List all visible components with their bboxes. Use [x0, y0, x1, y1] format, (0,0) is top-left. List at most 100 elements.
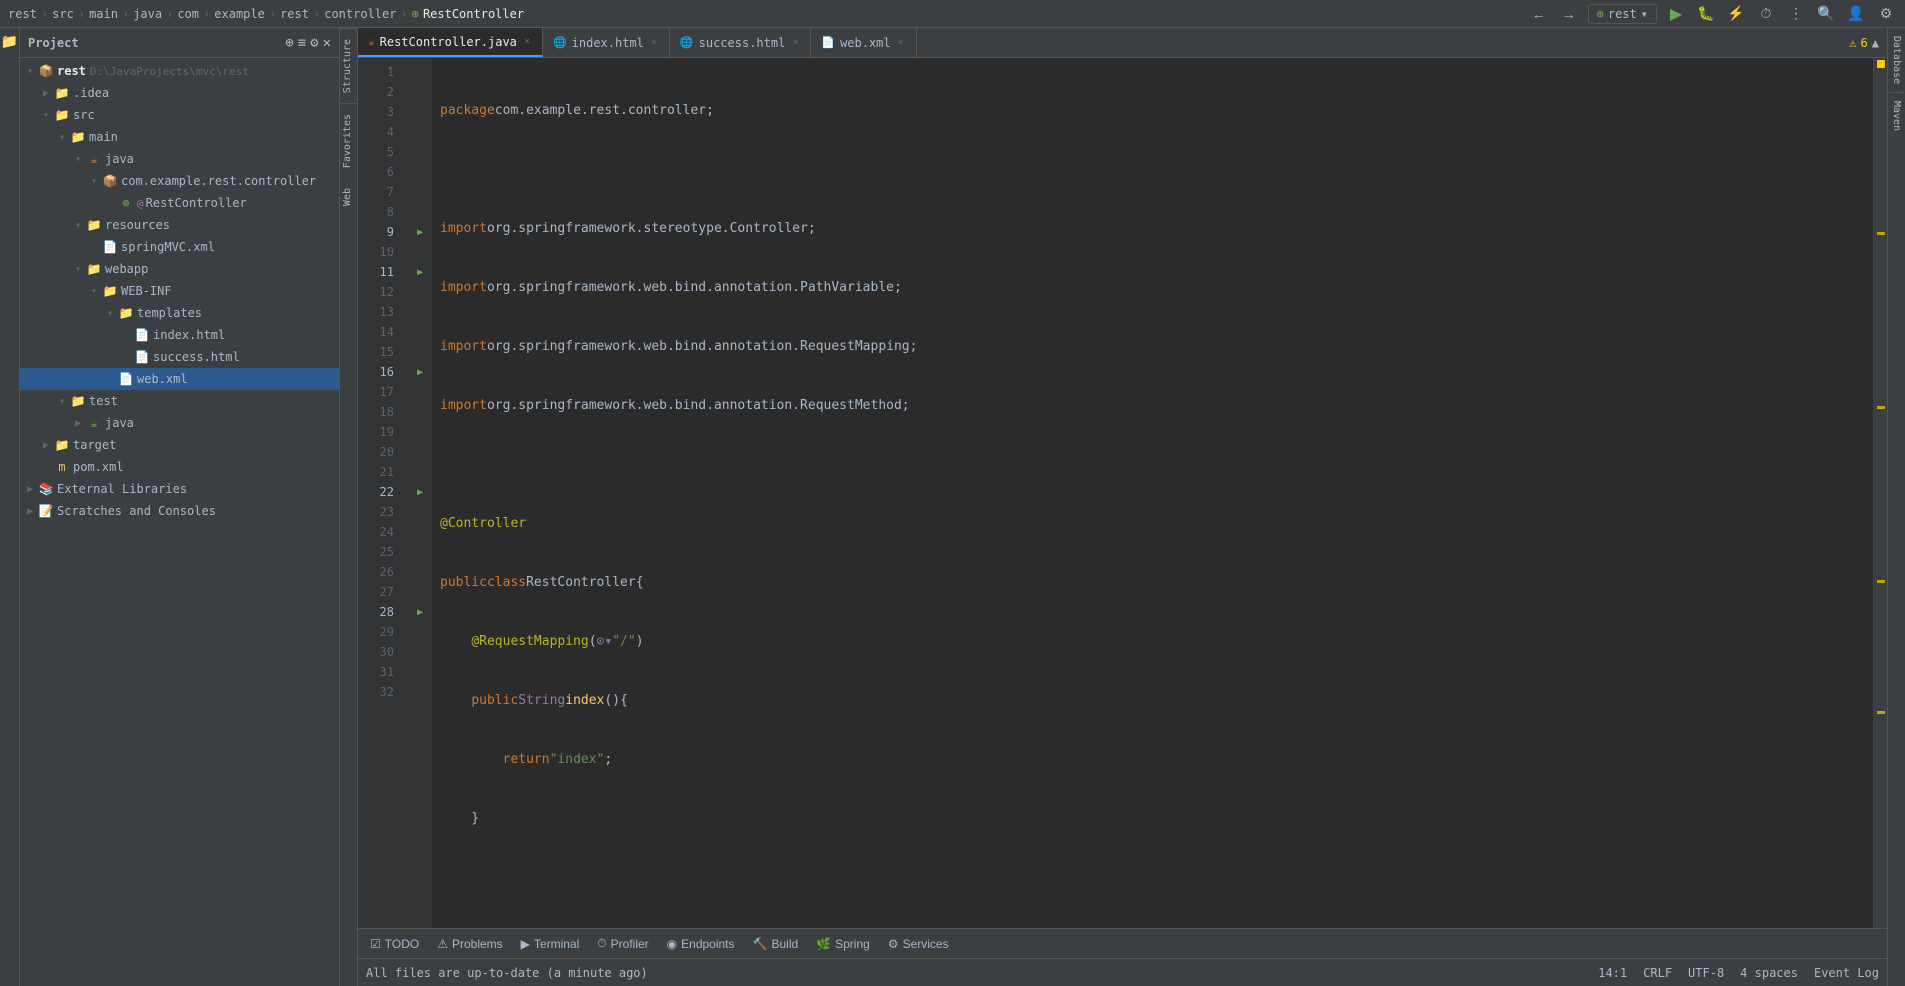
tab-success-html[interactable]: 🌐 success.html ✕	[670, 28, 811, 57]
endpoints-button[interactable]: ◉ Endpoints	[659, 934, 743, 954]
project-folder-icon: 📦	[38, 63, 54, 79]
database-tab[interactable]: Database	[1889, 28, 1904, 93]
warning-indicator[interactable]: ⚠	[1849, 36, 1856, 50]
gutter-11[interactable]: ▶	[408, 262, 432, 282]
line-ending[interactable]: CRLF	[1643, 966, 1672, 980]
problems-button[interactable]: ⚠ Problems	[429, 934, 510, 954]
ln-8: 8	[358, 202, 400, 222]
panel-new-button[interactable]: ⊕	[285, 35, 293, 51]
tab-close-webxml[interactable]: ✕	[896, 36, 906, 49]
tree-item-target[interactable]: ▶ 📁 target	[20, 434, 339, 456]
structure-tab[interactable]: Structure	[340, 28, 357, 103]
tree-item-rest[interactable]: ▾ 📦 rest D:\JavaProjects\mvc\rest	[20, 60, 339, 82]
endpoints-label: Endpoints	[681, 937, 734, 951]
tree-item-scratches[interactable]: ▶ 📝 Scratches and Consoles	[20, 500, 339, 522]
tree-item-test-java[interactable]: ▶ ☕ java	[20, 412, 339, 434]
services-button[interactable]: ⚙ Services	[880, 934, 957, 954]
maven-tab[interactable]: Maven	[1889, 93, 1904, 139]
spring-icon: 🌿	[816, 937, 831, 951]
coverage-button[interactable]: ⚡	[1725, 3, 1747, 25]
code-line-7	[440, 455, 1873, 475]
tab-index-html[interactable]: 🌐 index.html ✕	[543, 28, 670, 57]
cursor-position[interactable]: 14:1	[1598, 966, 1627, 980]
tree-arrow: ▾	[22, 63, 38, 79]
expand-icon[interactable]: ▲	[1872, 36, 1879, 50]
test-folder-icon: 📁	[70, 393, 86, 409]
tree-item-templates[interactable]: ▾ 📁 templates	[20, 302, 339, 324]
tree-item-restcontroller[interactable]: ⊕ @ RestController	[20, 192, 339, 214]
forward-button[interactable]: →	[1558, 3, 1580, 25]
warning-marker-4	[1877, 711, 1885, 714]
tree-item-webapp[interactable]: ▾ 📁 webapp	[20, 258, 339, 280]
toolbar-more[interactable]: ⋮	[1785, 3, 1807, 25]
gutter-28[interactable]: ▶	[408, 602, 432, 622]
panel-icon-group: ⊕ ≡ ⚙ ✕	[285, 35, 331, 51]
run-config[interactable]: ⊕ rest ▾	[1588, 4, 1657, 24]
web-tab[interactable]: Web	[340, 178, 357, 216]
gutter-16[interactable]: ▶	[408, 362, 432, 382]
tree-item-resources[interactable]: ▾ 📁 resources	[20, 214, 339, 236]
indent-info[interactable]: 4 spaces	[1740, 966, 1798, 980]
settings-button[interactable]: ⚙	[1875, 3, 1897, 25]
spring-button[interactable]: 🌿 Spring	[808, 934, 878, 954]
tree-item-src[interactable]: ▾ 📁 src	[20, 104, 339, 126]
tab-restcontroller[interactable]: ☕ RestController.java ✕	[358, 28, 543, 57]
tree-item-java[interactable]: ▾ ☕ java	[20, 148, 339, 170]
tree-item-web-xml[interactable]: 📄 web.xml	[20, 368, 339, 390]
tab-close-index[interactable]: ✕	[649, 36, 659, 49]
code-line-4: import org.springframework.web.bind.anno…	[440, 278, 1873, 298]
tree-item-pom[interactable]: m pom.xml	[20, 456, 339, 478]
build-button[interactable]: 🔨 Build	[745, 934, 807, 954]
gutter-22[interactable]: ▶	[408, 482, 432, 502]
code-editor[interactable]: package com.example.rest.controller; imp…	[432, 58, 1873, 928]
breadcrumb-controller[interactable]: controller	[324, 7, 396, 21]
gutter-9[interactable]: ▶	[408, 222, 432, 242]
todo-button[interactable]: ☑ TODO	[362, 934, 427, 954]
tree-item-idea[interactable]: ▶ 📁 .idea	[20, 82, 339, 104]
event-log[interactable]: Event Log	[1814, 966, 1879, 980]
tree-item-springmvc[interactable]: 📄 springMVC.xml	[20, 236, 339, 258]
breadcrumb-main[interactable]: main	[89, 7, 118, 21]
problems-label: Problems	[452, 937, 503, 951]
search-everywhere-button[interactable]: 🔍	[1815, 3, 1837, 25]
tab-web-xml[interactable]: 📄 web.xml ✕	[811, 28, 916, 57]
breadcrumb-java[interactable]: java	[133, 7, 162, 21]
code-line-8: @Controller	[440, 514, 1873, 534]
panel-close[interactable]: ✕	[323, 35, 331, 51]
panel-collapse-all[interactable]: ≡	[298, 35, 306, 51]
tree-item-main[interactable]: ▾ 📁 main	[20, 126, 339, 148]
debug-button[interactable]: 🐛	[1695, 3, 1717, 25]
tree-item-success-html[interactable]: 📄 success.html	[20, 346, 339, 368]
breadcrumb-class[interactable]: RestController	[423, 7, 524, 21]
project-icon[interactable]: 📁	[0, 32, 20, 52]
terminal-button[interactable]: ▶ Terminal	[513, 934, 588, 954]
breadcrumb-rest[interactable]: rest	[8, 7, 37, 21]
profile-button[interactable]: ⏱	[1755, 3, 1777, 25]
tree-item-test[interactable]: ▾ 📁 test	[20, 390, 339, 412]
back-button[interactable]: ←	[1528, 3, 1550, 25]
editor-tab-actions: ⚠ 6 ▲	[1849, 28, 1887, 57]
run-button[interactable]: ▶	[1665, 3, 1687, 25]
encoding[interactable]: UTF-8	[1688, 966, 1724, 980]
tree-item-index-html[interactable]: 📄 index.html	[20, 324, 339, 346]
breadcrumb-com[interactable]: com	[177, 7, 199, 21]
tree-arrow-src: ▾	[38, 107, 54, 123]
tab-close-restcontroller[interactable]: ✕	[522, 35, 532, 48]
tree-item-webinf[interactable]: ▾ 📁 WEB-INF	[20, 280, 339, 302]
gutter-25	[408, 542, 432, 562]
breadcrumb-rest2[interactable]: rest	[280, 7, 309, 21]
editor-tab-bar: ☕ RestController.java ✕ 🌐 index.html ✕ 🌐…	[358, 28, 1887, 58]
tab-close-success[interactable]: ✕	[790, 36, 800, 49]
breadcrumb-example[interactable]: example	[214, 7, 265, 21]
panel-settings[interactable]: ⚙	[310, 35, 318, 51]
ln-15: 15	[358, 342, 400, 362]
tree-item-package[interactable]: ▾ 📦 com.example.rest.controller	[20, 170, 339, 192]
code-line-6: import org.springframework.web.bind.anno…	[440, 396, 1873, 416]
user-button[interactable]: 👤	[1845, 3, 1867, 25]
favorites-tab[interactable]: Favorites	[340, 103, 357, 178]
breadcrumb-src[interactable]: src	[52, 7, 74, 21]
tree-item-ext-libs[interactable]: ▶ 📚 External Libraries	[20, 478, 339, 500]
ln-22: 22	[358, 482, 400, 502]
scroll-indicator[interactable]	[1873, 58, 1887, 928]
profiler-button[interactable]: ⏱ Profiler	[589, 933, 656, 954]
